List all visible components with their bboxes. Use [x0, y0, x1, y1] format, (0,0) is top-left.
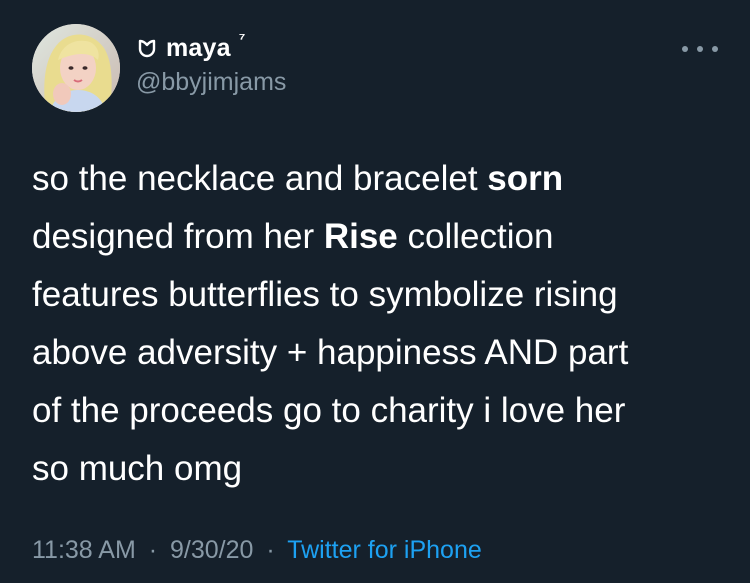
heart-outline-icon: [136, 37, 158, 59]
tweet-text-line: so much omg: [32, 449, 243, 488]
tweet-time[interactable]: 11:38 AM: [32, 536, 136, 564]
avatar-image: [32, 24, 120, 112]
user-handle[interactable]: @bbyjimjams: [136, 68, 286, 97]
more-dot: [712, 46, 718, 52]
more-dot: [682, 46, 688, 52]
meta-separator: ·: [266, 536, 275, 564]
tweet-text-line: of the proceeds go to charity i love her: [32, 391, 626, 430]
meta-separator: ·: [148, 536, 158, 564]
author-name-row[interactable]: maya ⁷: [136, 31, 246, 64]
more-icon[interactable]: [682, 38, 718, 60]
tweet-text-line: so the necklace and bracelet sorn: [32, 159, 564, 198]
tweet-source-link[interactable]: Twitter for iPhone: [287, 536, 482, 564]
tweet-card: maya ⁷ @bbyjimjams so the necklace and b…: [0, 0, 750, 583]
tweet-text: so the necklace and bracelet sorn design…: [32, 150, 722, 498]
more-dot: [697, 46, 703, 52]
avatar[interactable]: [32, 24, 120, 112]
tweet-date[interactable]: 9/30/20: [170, 536, 253, 564]
tweet-text-line: designed from her Rise collection: [32, 217, 554, 256]
tweet-text-line: above adversity + happiness AND part: [32, 333, 629, 372]
name-suffix: ⁷: [238, 31, 246, 48]
tweet-meta: 11:38 AM · 9/30/20 · Twitter for iPhone: [32, 536, 482, 565]
tweet-text-line: features butterflies to symbolize rising: [32, 275, 618, 314]
display-name: maya: [166, 33, 231, 62]
